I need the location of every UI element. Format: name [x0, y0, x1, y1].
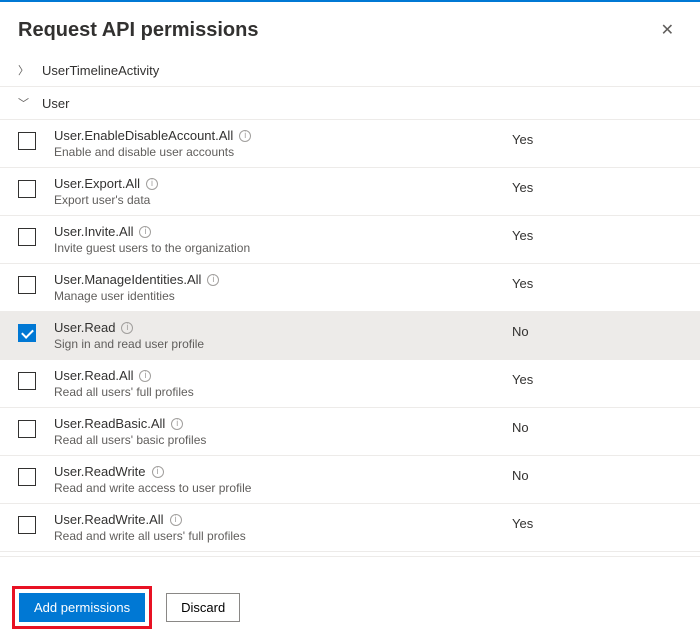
permission-checkbox[interactable]: [18, 468, 36, 486]
permission-name: User.Read.All: [54, 368, 133, 383]
panel-footer: Add permissions Discard: [0, 582, 700, 641]
info-icon[interactable]: i: [146, 178, 158, 190]
permission-description: Sign in and read user profile: [54, 337, 502, 351]
group-user[interactable]: ﹀ User: [0, 87, 700, 120]
permission-name: User.Invite.All: [54, 224, 133, 239]
admin-consent-value: Yes: [512, 176, 682, 195]
permission-checkbox[interactable]: [18, 372, 36, 390]
info-icon[interactable]: i: [239, 130, 251, 142]
panel-header: Request API permissions ✕: [0, 2, 700, 54]
permission-name: User.ReadWrite: [54, 464, 146, 479]
permission-description: Enable and disable user accounts: [54, 145, 502, 159]
permission-description: Read and write all users' full profiles: [54, 529, 502, 543]
info-icon[interactable]: i: [170, 514, 182, 526]
permission-description: Read all users' full profiles: [54, 385, 502, 399]
admin-consent-value: Yes: [512, 512, 682, 531]
admin-consent-value: Yes: [512, 272, 682, 291]
permission-checkbox[interactable]: [18, 180, 36, 198]
permission-name: User.ManageIdentities.All: [54, 272, 201, 287]
admin-consent-value: Yes: [512, 128, 682, 147]
permission-checkbox[interactable]: [18, 516, 36, 534]
permission-name: User.Export.All: [54, 176, 140, 191]
permission-name: User.Read: [54, 320, 115, 335]
permission-row: User.Export.All i Export user's data Yes: [0, 168, 700, 216]
permission-row: User.ReadWrite i Read and write access to…: [0, 456, 700, 504]
permission-row: User.Read.All i Read all users' full prof…: [0, 360, 700, 408]
permission-name: User.ReadBasic.All: [54, 416, 165, 431]
chevron-right-icon: 〉: [18, 62, 34, 78]
group-label: UserTimelineActivity: [42, 63, 159, 78]
admin-consent-value: No: [512, 320, 682, 339]
permission-description: Read and write access to user profile: [54, 481, 502, 495]
permission-checkbox[interactable]: [18, 324, 36, 342]
permission-row: User.ManageIdentities.All i Manage user i…: [0, 264, 700, 312]
permission-row: User.ReadWrite.All i Read and write all u…: [0, 504, 700, 552]
panel-title: Request API permissions: [18, 19, 258, 42]
admin-consent-value: No: [512, 464, 682, 483]
admin-consent-value: Yes: [512, 368, 682, 387]
group-label: User: [42, 96, 69, 111]
permission-checkbox[interactable]: [18, 132, 36, 150]
close-icon: ✕: [661, 22, 674, 39]
info-icon[interactable]: i: [152, 466, 164, 478]
permission-row: User.Read i Sign in and read user profile…: [0, 312, 700, 360]
permission-checkbox[interactable]: [18, 228, 36, 246]
info-icon[interactable]: i: [171, 418, 183, 430]
permission-row: User.EnableDisableAccount.All i Enable an…: [0, 120, 700, 168]
info-icon[interactable]: i: [207, 274, 219, 286]
admin-consent-value: Yes: [512, 224, 682, 243]
permissions-list: User.EnableDisableAccount.All i Enable an…: [0, 120, 700, 552]
permission-description: Export user's data: [54, 193, 502, 207]
info-icon[interactable]: i: [139, 370, 151, 382]
permission-row: User.ReadBasic.All i Read all users' basi…: [0, 408, 700, 456]
request-api-permissions-panel: Request API permissions ✕ 〉 UserTimeline…: [0, 0, 700, 641]
admin-consent-value: No: [512, 416, 682, 435]
permission-checkbox[interactable]: [18, 420, 36, 438]
add-permissions-button[interactable]: Add permissions: [19, 593, 145, 622]
permission-name: User.EnableDisableAccount.All: [54, 128, 233, 143]
footer-separator: [0, 556, 700, 582]
permission-checkbox[interactable]: [18, 276, 36, 294]
group-usertimelineactivity[interactable]: 〉 UserTimelineActivity: [0, 54, 700, 87]
annotation-highlight: Add permissions: [12, 586, 152, 629]
permission-description: Manage user identities: [54, 289, 502, 303]
permission-row: User.Invite.All i Invite guest users to t…: [0, 216, 700, 264]
permission-description: Read all users' basic profiles: [54, 433, 502, 447]
permission-name: User.ReadWrite.All: [54, 512, 164, 527]
info-icon[interactable]: i: [139, 226, 151, 238]
info-icon[interactable]: i: [121, 322, 133, 334]
discard-button[interactable]: Discard: [166, 593, 240, 622]
chevron-down-icon: ﹀: [18, 95, 34, 111]
close-button[interactable]: ✕: [653, 16, 682, 44]
permission-description: Invite guest users to the organization: [54, 241, 502, 255]
